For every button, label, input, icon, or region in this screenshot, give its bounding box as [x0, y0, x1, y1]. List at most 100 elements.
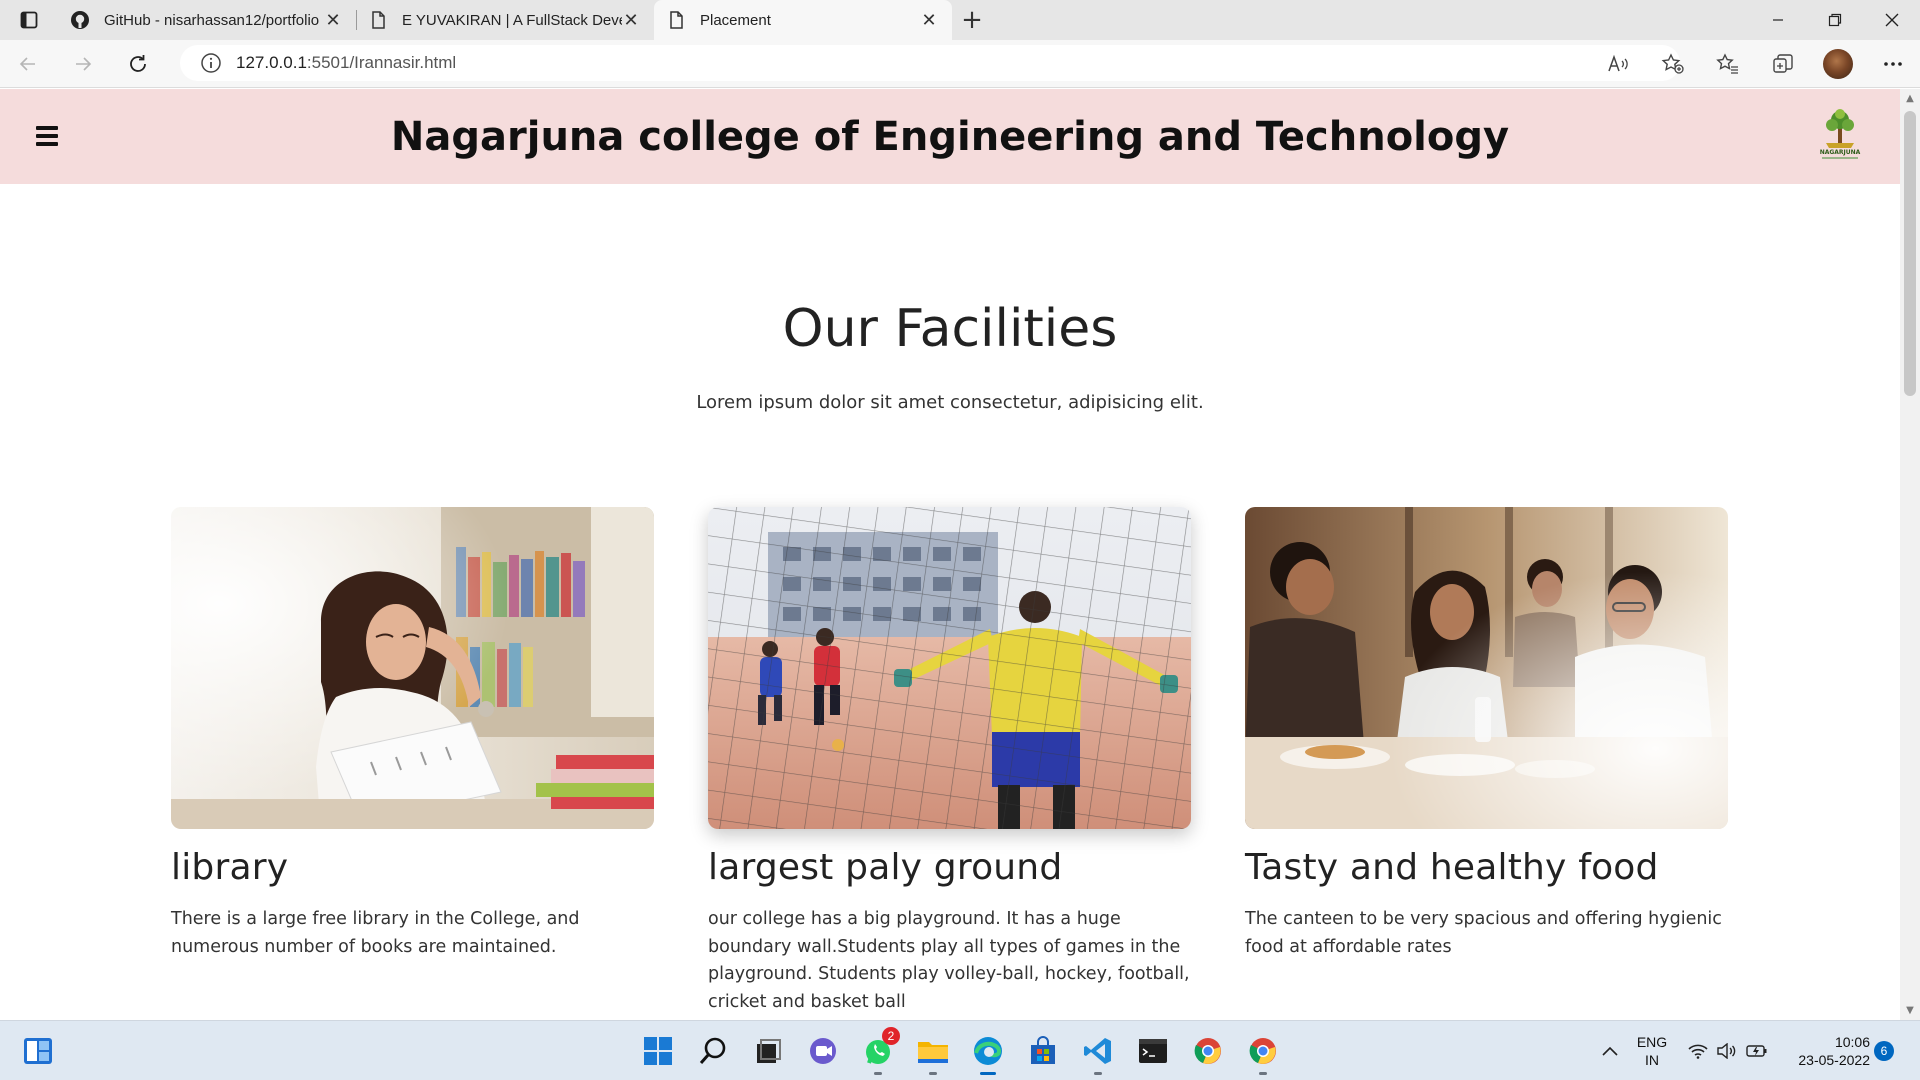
teams-chat-button[interactable] [803, 1031, 843, 1071]
facility-description: our college has a big playground. It has… [708, 909, 1190, 1012]
restore-icon [1828, 13, 1841, 27]
minimize-button[interactable] [1749, 0, 1806, 40]
running-indicator [1259, 1072, 1267, 1075]
widgets-icon [24, 1038, 52, 1064]
store-button[interactable] [1023, 1031, 1063, 1071]
tab-close-icon[interactable]: ✕ [622, 10, 640, 31]
minimize-icon [1772, 19, 1783, 21]
tab-actions-icon [20, 11, 38, 29]
vscode-button[interactable] [1078, 1031, 1118, 1075]
facility-title: library [171, 847, 289, 888]
read-aloud-button[interactable] [1590, 40, 1645, 88]
whatsapp-button[interactable]: 2 [858, 1027, 900, 1075]
close-window-button[interactable] [1863, 0, 1920, 40]
new-tab-button[interactable]: + [952, 0, 992, 40]
tab-placement[interactable]: Placement ✕ [654, 0, 952, 40]
tab-actions-button[interactable] [0, 0, 58, 40]
chevron-up-icon [1602, 1046, 1618, 1056]
add-favorite-button[interactable] [1645, 40, 1700, 88]
section-title: Our Facilities [782, 299, 1118, 359]
tab-title: Placement [700, 11, 771, 29]
canteen-image [1245, 507, 1728, 829]
tab-title: GitHub - nisarhassan12/portfolio [104, 11, 320, 29]
facility-description: The canteen to be very spacious and offe… [1245, 909, 1722, 957]
facility-title: Tasty and healthy food [1245, 847, 1659, 888]
settings-more-button[interactable] [1865, 40, 1920, 88]
collections-button[interactable] [1755, 40, 1810, 88]
running-indicator [874, 1072, 882, 1075]
notification-count-badge[interactable]: 6 [1874, 1041, 1894, 1061]
lang-region: IN [1645, 1052, 1659, 1068]
battery-button[interactable] [1737, 1031, 1777, 1071]
edge-button[interactable] [968, 1031, 1008, 1075]
facility-title: largest paly ground [708, 847, 1063, 888]
chat-icon [810, 1038, 836, 1064]
tab-yuvakiran[interactable]: E YUVAKIRAN | A FullStack Devel ✕ [356, 0, 654, 40]
vscode-icon [1084, 1038, 1111, 1064]
url-path: :5501/Irannasir.html [306, 53, 457, 72]
more-dots-icon [1883, 62, 1902, 66]
facility-card-playground: largest paly ground our college has a bi… [708, 507, 1191, 1016]
refresh-button[interactable] [110, 40, 165, 88]
address-toolbar: 127.0.0.1:5501/Irannasir.html [0, 40, 1920, 88]
terminal-button[interactable] [1133, 1031, 1173, 1071]
refresh-icon [129, 54, 146, 72]
page-scrollbar[interactable]: ▲ ▼ [1900, 89, 1920, 1020]
tab-close-icon[interactable]: ✕ [920, 10, 938, 31]
github-icon [71, 11, 89, 29]
library-image [171, 507, 654, 829]
back-arrow-icon [19, 56, 35, 71]
start-button[interactable] [638, 1031, 678, 1071]
clock-date: 23-05-2022 [1798, 1052, 1870, 1068]
file-explorer-button[interactable] [913, 1031, 953, 1075]
page-icon [670, 11, 683, 29]
forward-arrow-icon [75, 56, 91, 71]
tab-github[interactable]: GitHub - nisarhassan12/portfolio ✕ [58, 0, 356, 40]
search-button[interactable] [693, 1031, 733, 1071]
logo-text: NAGARJUNA [1820, 149, 1861, 156]
terminal-icon [1139, 1039, 1167, 1063]
back-button[interactable] [0, 40, 55, 88]
show-hidden-icons-button[interactable] [1590, 1031, 1630, 1071]
scroll-up-icon[interactable]: ▲ [1900, 93, 1920, 104]
chrome-profile-button[interactable] [1243, 1031, 1283, 1075]
section-subtitle: Lorem ipsum dolor sit amet consectetur, … [696, 392, 1204, 413]
site-title: Nagarjuna college of Engineering and Tec… [390, 113, 1510, 160]
scroll-down-icon[interactable]: ▼ [1900, 1005, 1920, 1016]
tab-close-icon[interactable]: ✕ [324, 10, 342, 31]
windows-logo-icon [644, 1037, 672, 1065]
active-indicator [980, 1072, 996, 1075]
clock-time: 10:06 [1834, 1034, 1870, 1050]
profile-button[interactable] [1810, 40, 1865, 88]
forward-button[interactable] [55, 40, 110, 88]
facility-card-food: Tasty and healthy food The canteen to be… [1245, 507, 1728, 961]
facility-card-library: library There is a large free library in… [171, 507, 654, 961]
restore-button[interactable] [1806, 0, 1863, 40]
chrome-icon [1194, 1038, 1221, 1064]
toolbar-right [1590, 40, 1920, 88]
store-icon [1031, 1036, 1055, 1064]
favorites-icon [1715, 53, 1738, 74]
running-indicator [929, 1072, 937, 1075]
task-view-button[interactable] [748, 1031, 788, 1071]
address-bar[interactable]: 127.0.0.1:5501/Irannasir.html [180, 45, 1680, 81]
avatar [1822, 49, 1853, 79]
battery-charging-icon [1746, 1045, 1767, 1057]
site-info-icon[interactable] [200, 52, 222, 74]
windows-taskbar: 2 ENG IN 10:06 23-05-2022 6 [0, 1020, 1920, 1080]
college-logo[interactable]: NAGARJUNA [1812, 107, 1868, 163]
input-language-indicator[interactable]: ENG IN [1635, 1033, 1669, 1069]
chrome-icon [1249, 1038, 1276, 1064]
clock[interactable]: 10:06 23-05-2022 [1780, 1033, 1870, 1069]
favorites-button[interactable] [1700, 40, 1755, 88]
page-viewport: Nagarjuna college of Engineering and Tec… [0, 89, 1900, 1020]
scrollbar-thumb[interactable] [1904, 111, 1916, 396]
volume-icon [1717, 1043, 1736, 1059]
facility-description: There is a large free library in the Col… [171, 909, 580, 957]
chrome-button[interactable] [1188, 1031, 1228, 1071]
lang-code: ENG [1636, 1034, 1668, 1050]
widgets-button[interactable] [18, 1031, 58, 1071]
whatsapp-badge: 2 [882, 1027, 900, 1045]
browser-tab-strip: GitHub - nisarhassan12/portfolio ✕ E YUV… [0, 0, 1920, 40]
window-controls [1749, 0, 1920, 40]
